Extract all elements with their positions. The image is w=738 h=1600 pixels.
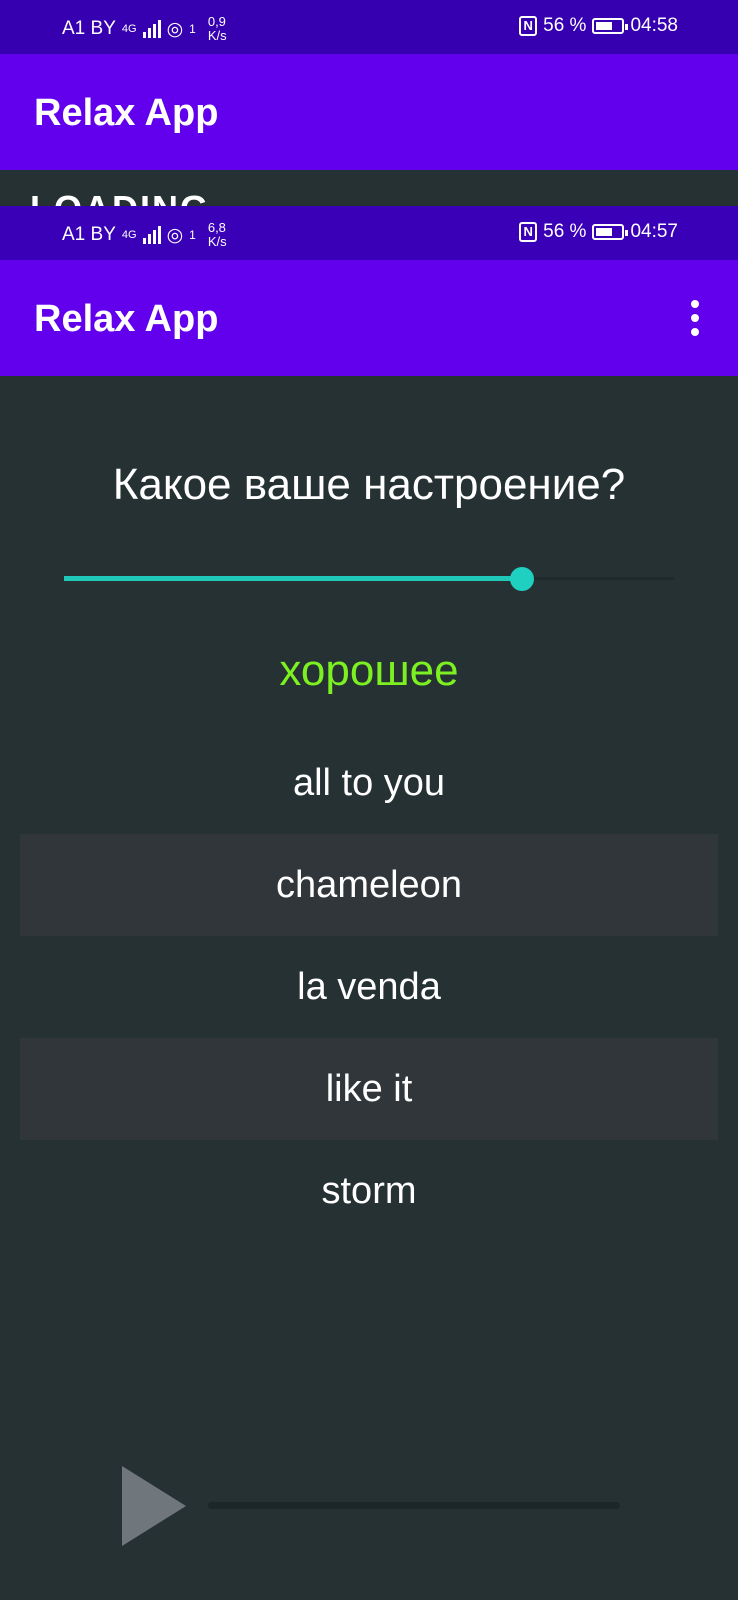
hotspot-icon: ◎ [166,224,184,246]
signal-icon [142,20,161,38]
app-bar-main: Relax App [0,260,738,376]
app-bar: Relax App [0,54,738,170]
track-item-chameleon[interactable]: chameleon [20,834,718,936]
slider-active-track [64,576,522,581]
app-title: Relax App [34,298,219,340]
speed-unit: K/s [207,234,227,249]
player-controls [0,1460,738,1550]
mood-value-label: хорошее [279,646,459,695]
app-title: Relax App [34,92,219,134]
more-vert-icon[interactable] [688,300,702,340]
battery-icon [592,18,629,34]
network-type-label: 4G [121,23,137,35]
carrier-label: A1 BY [62,224,116,245]
network-type-label: 4G [121,229,137,241]
speed-value: 6,8 [207,220,226,235]
sim-label: 1 [189,228,196,242]
track-list: all to you chameleon la venda like it st… [20,732,718,1242]
hotspot-icon: ◎ [166,18,184,40]
sim-label: 1 [189,22,196,36]
network-speed: 6,8 K/s [208,221,227,249]
track-item-la-venda[interactable]: la venda [20,936,718,1038]
status-bar-overlay: A1 BY 4G ◎ 1 6,8 K/s N 56 % 04:57 [0,206,738,260]
speed-value: 0,9 [207,14,226,29]
nfc-icon: N [519,16,538,36]
carrier-label: A1 BY [62,18,116,39]
battery-percent: 56 % [543,221,587,242]
network-speed: 0,9 K/s [208,15,227,43]
slider-thumb[interactable] [509,567,534,591]
nfc-icon: N [519,222,538,242]
status-bar: A1 BY 4G ◎ 1 0,9 K/s N 56 % 04:58 [0,0,738,54]
play-icon[interactable] [122,1466,186,1546]
mood-question: Какое ваше настроение? [112,460,626,509]
track-item-storm[interactable]: storm [20,1140,718,1242]
mood-slider[interactable] [64,564,674,594]
battery-percent: 56 % [543,15,587,36]
battery-icon [592,224,629,240]
signal-icon [142,226,161,244]
clock: 04:58 [630,15,678,36]
track-item-all-to-you[interactable]: all to you [20,732,718,834]
clock: 04:57 [630,221,678,242]
loading-text: LOADING [30,188,210,206]
playback-progress[interactable] [208,1502,620,1509]
track-item-like-it[interactable]: like it [20,1038,718,1140]
speed-unit: K/s [207,28,227,43]
